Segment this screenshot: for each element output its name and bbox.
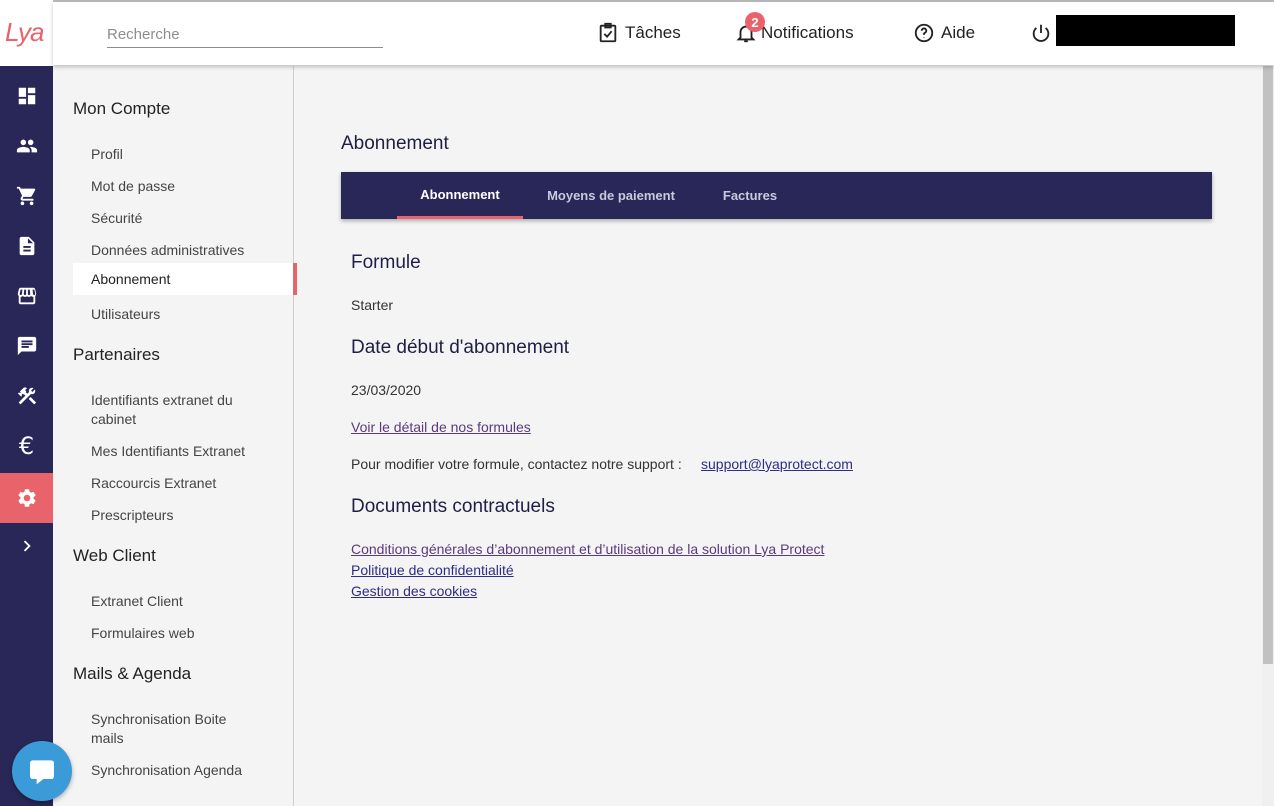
support-text: Pour modifier votre formule, contactez n… <box>351 456 682 472</box>
detail-formules-link[interactable]: Voir le détail de nos formules <box>351 419 531 435</box>
message-icon <box>17 336 36 356</box>
power-icon <box>1032 24 1050 42</box>
help-label: Aide <box>941 23 976 42</box>
logout-button[interactable] <box>1030 20 1058 46</box>
menu-item-securite[interactable]: Sécurité <box>73 209 293 228</box>
user-name-redacted[interactable] <box>1056 15 1235 46</box>
menu-item-mes-identifiants-extranet[interactable]: Mes Identifiants Extranet <box>73 442 293 461</box>
menu-item-mot-de-passe[interactable]: Mot de passe <box>73 177 293 196</box>
menu-item-profil[interactable]: Profil <box>73 145 293 164</box>
search-input[interactable] <box>107 22 383 48</box>
rail-tools[interactable] <box>0 371 53 421</box>
tab-factures[interactable]: Factures <box>705 172 795 219</box>
rail-dashboard[interactable] <box>0 71 53 121</box>
notifications-label: Notifications <box>761 23 854 42</box>
rail-cart[interactable] <box>0 171 53 221</box>
page-title: Abonnement <box>341 133 449 154</box>
notifications-button[interactable]: 2 Notifications <box>735 12 854 46</box>
settings-menu: Mon Compte Profil Mot de passe Sécurité … <box>53 66 297 806</box>
menu-item-synchronisation-agenda[interactable]: Synchronisation Agenda <box>73 761 293 780</box>
menu-item-identifiants-extranet-cabinet[interactable]: Identifiants extranet du cabinet <box>73 391 251 429</box>
tab-abonnement[interactable]: Abonnement <box>397 172 523 219</box>
rail-messages[interactable] <box>0 321 53 371</box>
cart-icon <box>16 186 35 206</box>
scrollbar-thumb[interactable] <box>1263 66 1273 664</box>
menu-section-web-client: Web Client <box>73 546 156 565</box>
rail-settings[interactable] <box>0 473 53 523</box>
cgu-link[interactable]: Conditions générales d’abonnement et d’u… <box>351 541 824 557</box>
tab-bar: Abonnement Moyens de paiement Factures <box>341 172 1212 219</box>
chat-widget-button[interactable] <box>12 741 72 801</box>
menu-section-mon-compte: Mon Compte <box>73 99 171 118</box>
formule-heading: Formule <box>351 252 421 273</box>
euro-icon: € <box>18 432 35 460</box>
rail-store[interactable] <box>0 271 53 321</box>
menu-item-synchronisation-boite-mails[interactable]: Synchronisation Boite mails <box>73 710 251 748</box>
privacy-policy-link[interactable]: Politique de confidentialité <box>351 562 514 578</box>
gear-icon <box>17 489 36 507</box>
rail-contacts[interactable] <box>0 121 53 171</box>
menu-item-utilisateurs[interactable]: Utilisateurs <box>73 305 293 324</box>
dashboard-icon <box>18 87 35 105</box>
notifications-badge: 2 <box>745 12 765 32</box>
store-icon <box>17 287 36 305</box>
date-value: 23/03/2020 <box>351 382 422 398</box>
top-header: Tâches 2 Notifications Aide <box>53 2 1274 65</box>
help-circle-icon <box>914 23 934 43</box>
people-icon <box>16 139 37 153</box>
rail-documents[interactable] <box>0 221 53 271</box>
side-rail: Lya € <box>0 0 53 806</box>
rail-expand[interactable] <box>0 521 53 571</box>
menu-item-extranet-client[interactable]: Extranet Client <box>73 592 293 611</box>
chevron-right-icon <box>23 540 31 552</box>
menu-item-prescripteurs[interactable]: Prescripteurs <box>73 506 293 525</box>
menu-item-donnees-administratives[interactable]: Données administratives <box>73 241 293 260</box>
menu-section-mails-agenda: Mails & Agenda <box>73 664 192 683</box>
tools-icon <box>17 387 36 405</box>
support-email-link[interactable]: support@lyaprotect.com <box>701 456 853 472</box>
logo-text: Lya <box>5 17 44 47</box>
menu-item-formulaires-web[interactable]: Formulaires web <box>73 624 293 643</box>
help-button[interactable]: Aide <box>913 20 975 46</box>
chat-bubble-icon <box>30 760 54 785</box>
tasks-button[interactable]: Tâches <box>597 20 681 46</box>
date-heading: Date début d'abonnement <box>351 337 570 358</box>
documents-heading: Documents contractuels <box>351 496 555 517</box>
tab-moyens-de-paiement[interactable]: Moyens de paiement <box>533 172 689 219</box>
tasks-label: Tâches <box>625 23 681 42</box>
clipboard-check-icon <box>599 22 617 43</box>
menu-item-abonnement[interactable]: Abonnement <box>73 263 297 295</box>
formule-value: Starter <box>351 297 394 313</box>
rail-billing[interactable]: € <box>0 421 53 471</box>
document-icon <box>19 236 34 256</box>
cookies-link[interactable]: Gestion des cookies <box>351 583 477 599</box>
menu-section-partenaires: Partenaires <box>73 345 160 364</box>
menu-item-raccourcis-extranet[interactable]: Raccourcis Extranet <box>73 474 293 493</box>
logo[interactable]: Lya <box>0 0 53 66</box>
